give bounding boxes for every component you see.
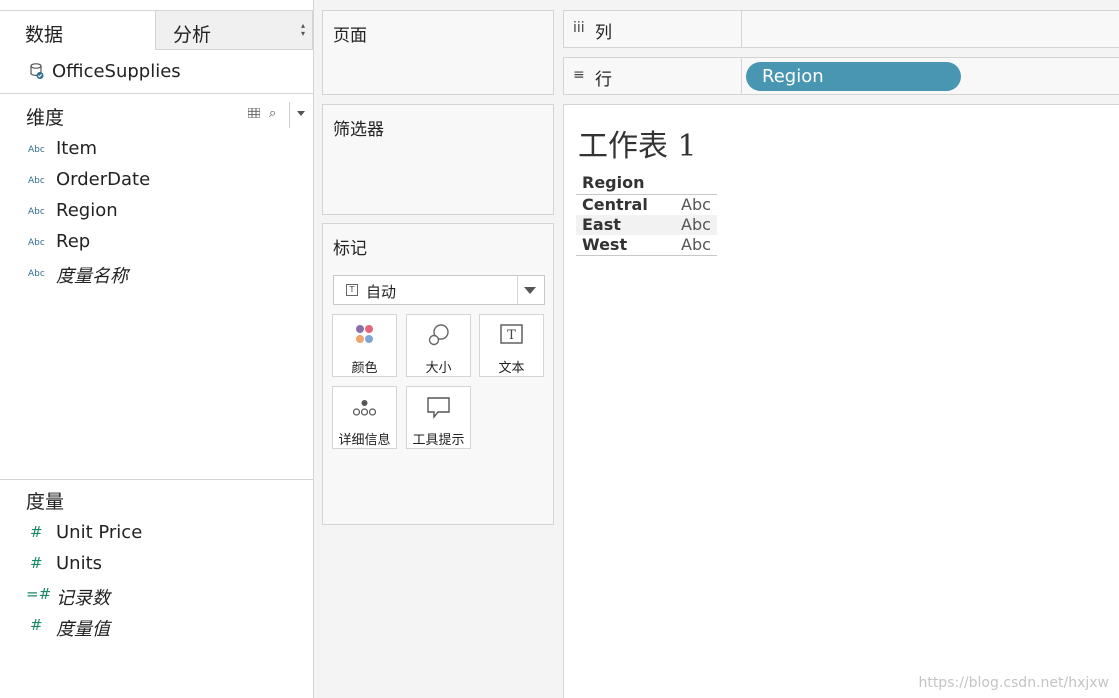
worksheet-title[interactable]: 工作表 1 bbox=[578, 121, 697, 165]
field-label: OrderDate bbox=[56, 169, 151, 190]
sort-arrows-icon[interactable]: ▴ ▾ bbox=[301, 22, 305, 38]
filters-card[interactable]: 筛选器 bbox=[322, 104, 554, 215]
dimension-field-orderdate[interactable]: Abc OrderDate bbox=[0, 167, 313, 195]
pages-card[interactable]: 页面 bbox=[322, 10, 554, 95]
chevron-down-icon[interactable] bbox=[524, 287, 536, 294]
tooltip-button[interactable]: 工具提示 bbox=[406, 386, 471, 449]
tab-analysis[interactable]: 分析 ▴ ▾ bbox=[155, 10, 313, 50]
field-label: Unit Price bbox=[56, 522, 143, 543]
mark-type-select[interactable]: T 自动 bbox=[333, 275, 545, 305]
dropdown-arrow-icon[interactable] bbox=[297, 111, 305, 116]
field-label: 度量名称 bbox=[56, 266, 128, 287]
row-value: Abc bbox=[681, 235, 711, 254]
abc-icon: Abc bbox=[28, 176, 45, 186]
datasource-icon bbox=[30, 63, 44, 79]
number-icon: # bbox=[30, 616, 43, 634]
field-label: Item bbox=[56, 138, 97, 159]
dimensions-toolbar: ⌕ bbox=[248, 102, 308, 128]
size-icon bbox=[428, 324, 449, 346]
dimension-field-measure-names[interactable]: Abc 度量名称 bbox=[0, 260, 313, 288]
table-row[interactable]: East Abc bbox=[576, 215, 717, 235]
dimension-field-region[interactable]: Abc Region bbox=[0, 198, 313, 226]
abc-icon: Abc bbox=[28, 145, 45, 155]
tab-data-label: 数据 bbox=[25, 24, 64, 46]
dimension-field-rep[interactable]: Abc Rep bbox=[0, 229, 313, 257]
row-category: East bbox=[582, 215, 621, 234]
text-icon: T bbox=[500, 324, 523, 344]
table-row[interactable]: West Abc bbox=[576, 235, 717, 255]
number-icon: # bbox=[30, 554, 43, 572]
row-value: Abc bbox=[681, 195, 711, 214]
measure-field-unit-price[interactable]: # Unit Price bbox=[0, 520, 313, 548]
color-button[interactable]: 颜色 bbox=[332, 314, 397, 377]
detail-button[interactable]: 详细信息 bbox=[332, 386, 397, 449]
tableau-workspace: 数据 分析 ▴ ▾ OfficeSupplies 维度 ⌕ Abc Item A… bbox=[0, 0, 1119, 698]
rows-shelf-header: ≡ 行 bbox=[564, 58, 742, 94]
measure-field-units[interactable]: # Units bbox=[0, 551, 313, 579]
pane-tabs: 数据 分析 ▴ ▾ bbox=[0, 10, 313, 50]
tab-data[interactable]: 数据 bbox=[0, 10, 155, 50]
columns-shelf-label: 列 bbox=[595, 23, 612, 43]
text-mark-icon: T bbox=[346, 284, 358, 296]
field-label: Rep bbox=[56, 231, 91, 252]
list-view-icon[interactable] bbox=[248, 108, 260, 118]
tooltip-button-label: 工具提示 bbox=[412, 433, 465, 448]
region-pill[interactable]: Region bbox=[746, 62, 961, 91]
dimensions-title: 维度 bbox=[26, 107, 65, 129]
datasource-name: OfficeSupplies bbox=[52, 61, 181, 82]
columns-shelf[interactable]: iii 列 bbox=[563, 10, 1119, 48]
search-icon[interactable]: ⌕ bbox=[269, 106, 276, 121]
calculated-number-icon: =# bbox=[26, 585, 52, 603]
rows-icon: ≡ bbox=[573, 67, 585, 83]
columns-icon: iii bbox=[573, 20, 585, 36]
color-button-label: 颜色 bbox=[351, 361, 378, 376]
detail-icon bbox=[352, 400, 377, 416]
tooltip-icon bbox=[427, 397, 450, 419]
tab-analysis-label: 分析 bbox=[173, 24, 212, 46]
pages-card-title: 页面 bbox=[333, 26, 367, 46]
detail-button-label: 详细信息 bbox=[338, 433, 391, 448]
watermark: https://blog.csdn.net/hxjxw bbox=[918, 675, 1109, 691]
row-category: Central bbox=[582, 195, 648, 214]
row-category: West bbox=[582, 235, 628, 254]
row-value: Abc bbox=[681, 215, 711, 234]
size-button[interactable]: 大小 bbox=[406, 314, 471, 377]
datasource-item[interactable]: OfficeSupplies bbox=[0, 50, 313, 94]
abc-icon: Abc bbox=[28, 238, 45, 248]
filters-card-title: 筛选器 bbox=[333, 120, 384, 140]
field-label: Region bbox=[56, 200, 118, 221]
marks-card: 标记 T 自动 颜色 大小 T 文本 详细信息 工具提示 bbox=[322, 223, 554, 525]
rows-shelf-label: 行 bbox=[595, 70, 612, 90]
data-pane: 数据 分析 ▴ ▾ OfficeSupplies 维度 ⌕ Abc Item A… bbox=[0, 0, 314, 698]
select-divider bbox=[517, 276, 518, 304]
table-header[interactable]: Region bbox=[576, 173, 717, 195]
color-icon bbox=[356, 325, 373, 343]
measure-field-measure-values[interactable]: # 度量值 bbox=[0, 613, 313, 641]
abc-icon: Abc bbox=[28, 207, 45, 217]
columns-shelf-header: iii 列 bbox=[564, 11, 742, 47]
toolbar-divider bbox=[289, 102, 290, 128]
measures-divider bbox=[0, 479, 313, 480]
text-button-label: 文本 bbox=[498, 361, 525, 376]
mark-type-label: 自动 bbox=[366, 283, 397, 301]
text-button[interactable]: T 文本 bbox=[479, 314, 544, 377]
field-label: 度量值 bbox=[56, 619, 110, 640]
marks-card-title: 标记 bbox=[333, 239, 367, 259]
text-table: Region Central Abc East Abc West Abc bbox=[576, 173, 717, 256]
abc-icon: Abc bbox=[28, 269, 45, 279]
table-row[interactable]: Central Abc bbox=[576, 195, 717, 215]
field-label: 记录数 bbox=[56, 588, 110, 609]
field-label: Units bbox=[56, 553, 103, 574]
table-bottom-border bbox=[576, 255, 717, 256]
measures-title: 度量 bbox=[26, 491, 65, 513]
rows-shelf[interactable]: ≡ 行 Region bbox=[563, 57, 1119, 95]
worksheet-canvas: 工作表 1 Region Central Abc East Abc West A… bbox=[563, 104, 1119, 698]
dimension-field-item[interactable]: Abc Item bbox=[0, 136, 313, 164]
text-icon-glyph: T bbox=[507, 328, 516, 343]
size-button-label: 大小 bbox=[425, 361, 452, 376]
measure-field-record-count[interactable]: =# 记录数 bbox=[0, 582, 313, 610]
number-icon: # bbox=[30, 523, 43, 541]
